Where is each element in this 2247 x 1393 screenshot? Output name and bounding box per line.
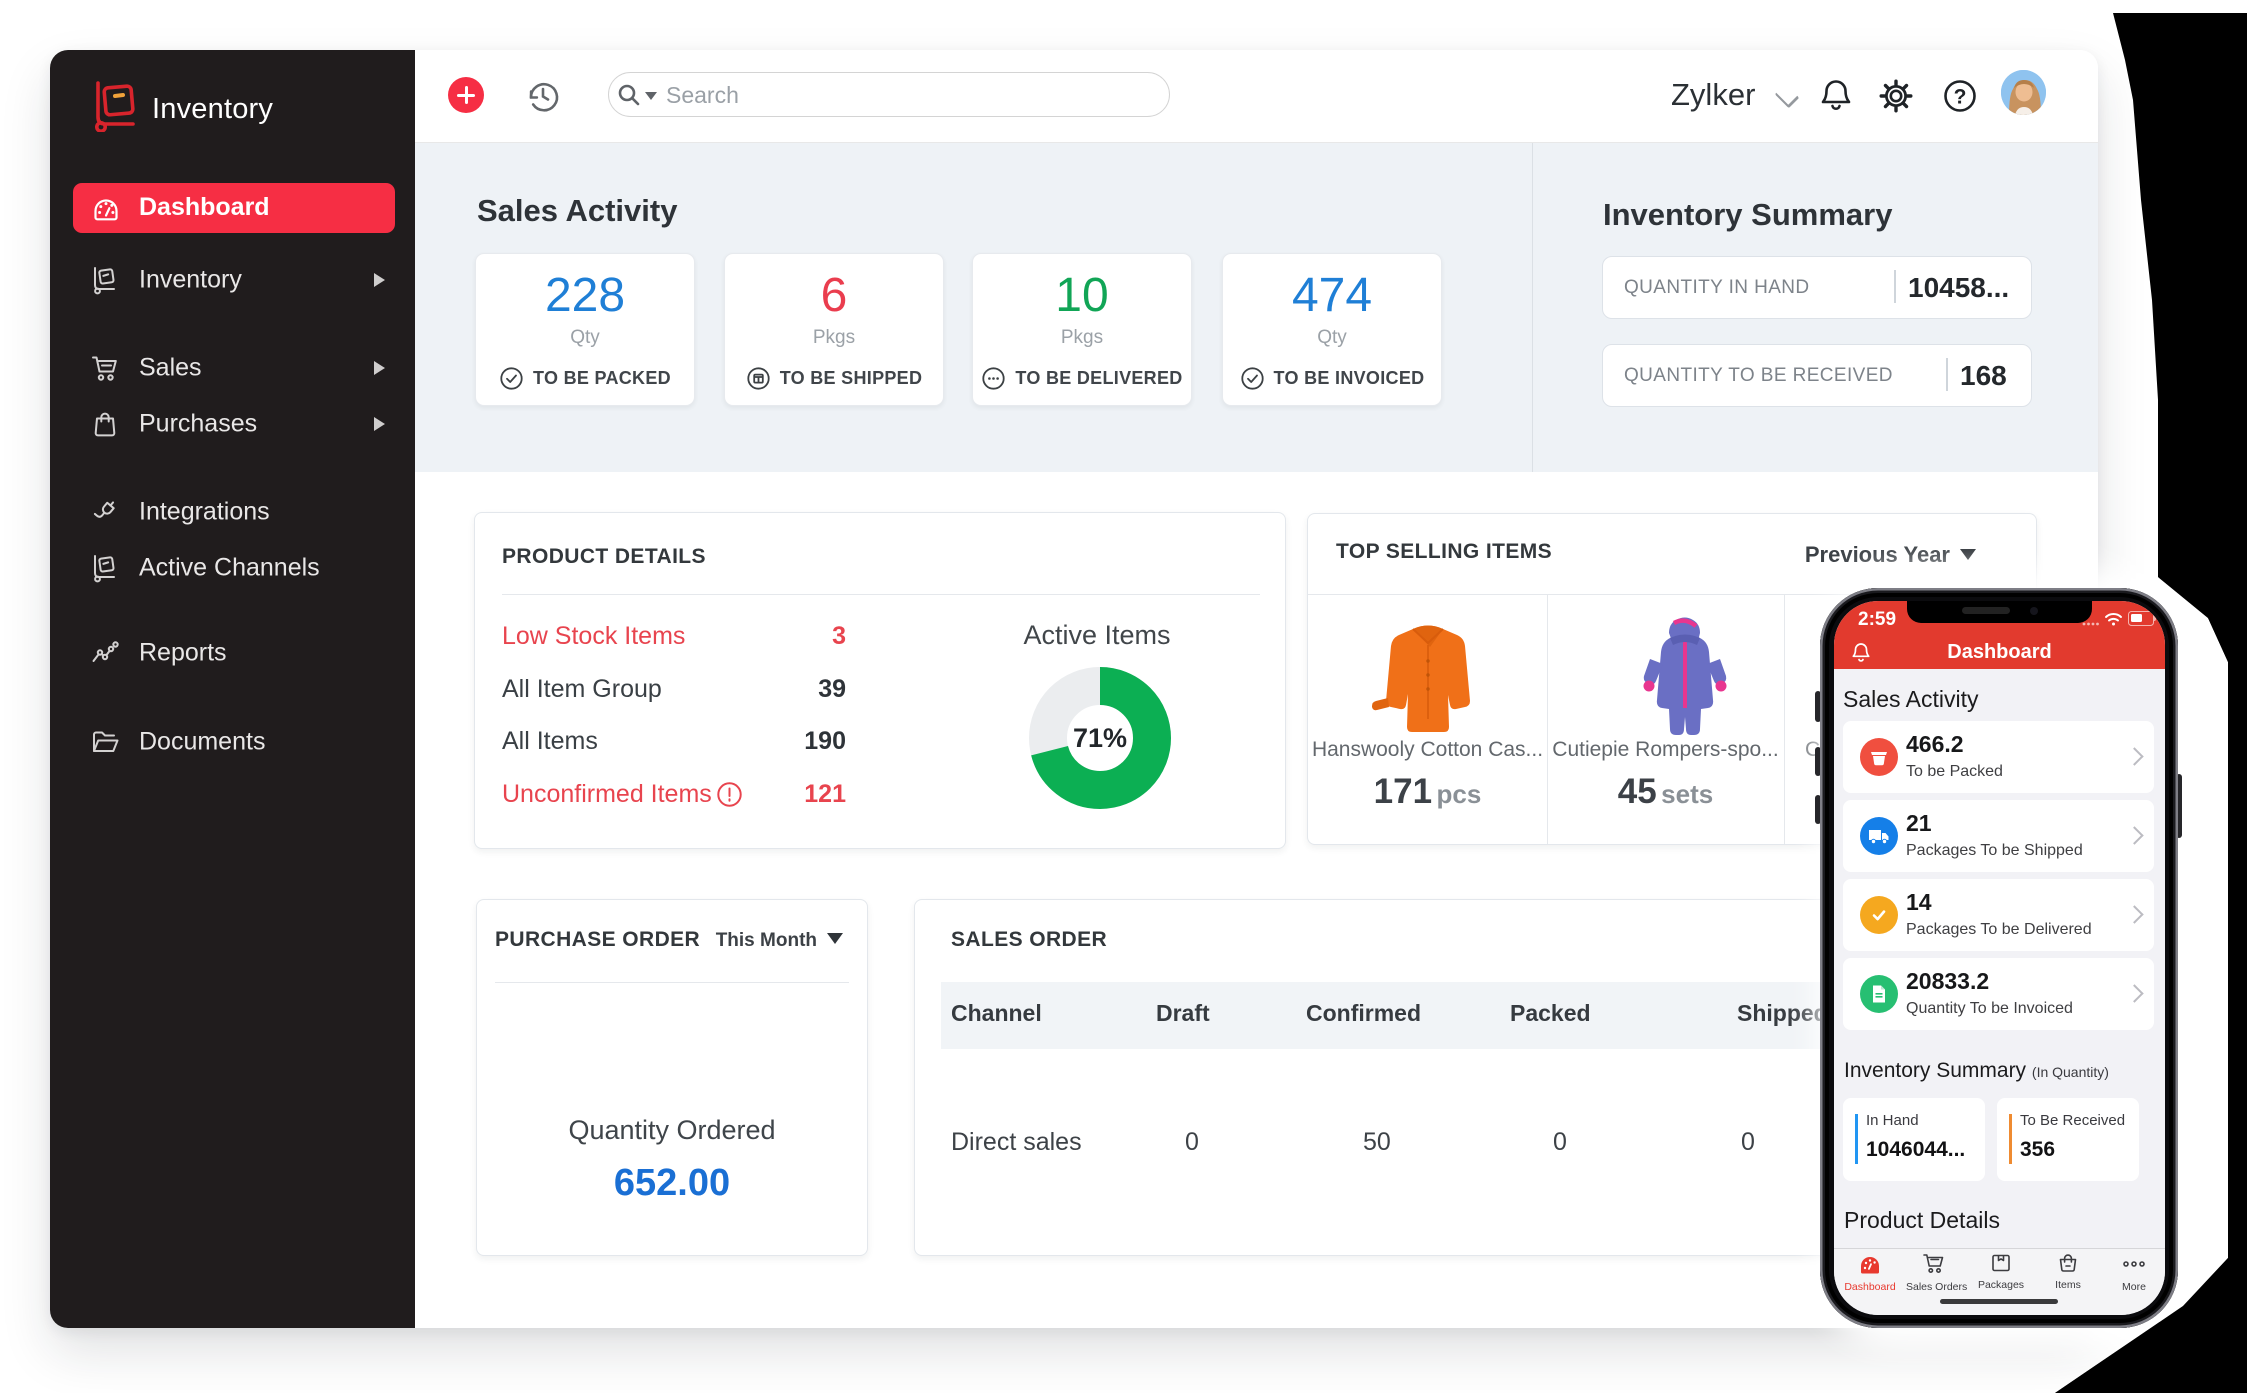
svg-text:?: ? <box>1954 86 1967 109</box>
svg-text:71%: 71% <box>1073 723 1127 753</box>
